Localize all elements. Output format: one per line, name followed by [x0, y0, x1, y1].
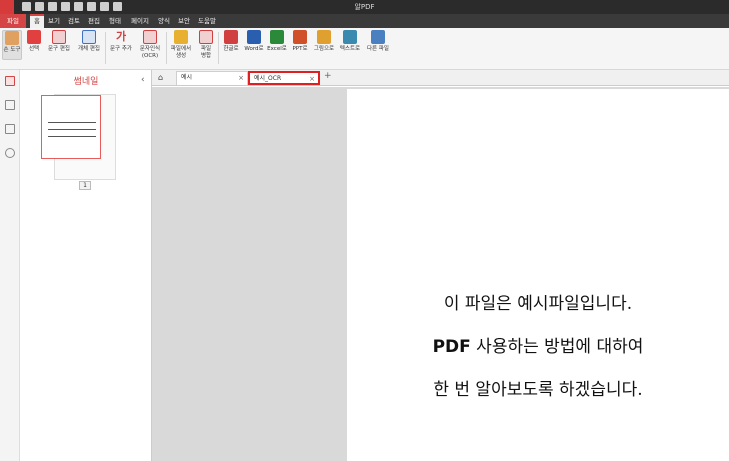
- convert-other-button[interactable]: 다른 파일: [364, 30, 392, 53]
- add-text-icon: 가: [115, 30, 127, 43]
- menu-page[interactable]: 페이지: [128, 14, 152, 28]
- ocr-icon: [143, 30, 157, 44]
- tab-example[interactable]: 예시 ×: [176, 71, 248, 85]
- text-icon: [343, 30, 357, 44]
- merge-file-button[interactable]: 파일 병합: [196, 30, 216, 60]
- thumbnail-panel-title: 썸네일: [73, 77, 99, 87]
- hand-icon: [5, 31, 19, 45]
- menu-bar: 파일 홈 보기 검토 편집 형태 페이지 양식 보안 도움말: [0, 14, 729, 28]
- document-tab-bar: ⌂ 예시 × 예시_OCR × +: [152, 70, 729, 86]
- other-file-icon: [371, 30, 385, 44]
- left-nav-rail: [0, 70, 20, 461]
- menu-format[interactable]: 형태: [106, 14, 124, 28]
- convert-word-button[interactable]: Word로: [243, 30, 265, 53]
- menu-file[interactable]: 파일: [0, 14, 26, 28]
- document-line-3: 한 번 알아보도록 하겠습니다.: [433, 380, 643, 400]
- document-line-1: 이 파일은 예시파일입니다.: [443, 294, 633, 314]
- menu-view[interactable]: 보기: [46, 14, 62, 28]
- select-button[interactable]: 선택: [25, 30, 43, 53]
- edit-object-icon: [82, 30, 96, 44]
- convert-text-button[interactable]: 텍스트로: [338, 30, 362, 53]
- add-tab-button[interactable]: +: [324, 71, 332, 81]
- close-tab-icon[interactable]: ×: [309, 73, 315, 85]
- merge-icon: [199, 30, 213, 44]
- collapse-panel-icon[interactable]: ‹: [141, 75, 145, 85]
- convert-hwp-button[interactable]: 한글로: [220, 30, 242, 53]
- close-tab-icon[interactable]: ×: [238, 72, 244, 84]
- hand-tool-button[interactable]: 손 도구: [2, 30, 22, 60]
- comment-panel-icon[interactable]: [5, 124, 15, 134]
- tab-example-ocr[interactable]: 예시_OCR ×: [248, 71, 320, 85]
- ribbon-toolbar: 손 도구 선택 문구 편집 개체 편집 가 문구 추가 문자인식 (OCR) 파…: [0, 28, 729, 70]
- word-icon: [247, 30, 261, 44]
- ocr-button[interactable]: 문자인식 (OCR): [136, 30, 164, 60]
- menu-security[interactable]: 보안: [176, 14, 192, 28]
- menu-edit[interactable]: 편집: [86, 14, 102, 28]
- edit-object-button[interactable]: 개체 편집: [75, 30, 103, 53]
- create-from-file-button[interactable]: 파일에서 생성: [168, 30, 194, 60]
- convert-excel-button[interactable]: Excel로: [266, 30, 288, 53]
- document-viewer[interactable]: 이 파일은 예시파일입니다. PDF 사용하는 방법에 대하여 한 번 알아보도…: [152, 87, 729, 461]
- thumbnail-panel-icon[interactable]: [5, 76, 15, 86]
- thumbnail-panel: 썸네일 ‹ 1: [20, 70, 152, 461]
- page-number-label: 1: [79, 181, 91, 190]
- ppt-icon: [293, 30, 307, 44]
- image-icon: [317, 30, 331, 44]
- add-text-button[interactable]: 가 문구 추가: [107, 30, 135, 53]
- bookmark-panel-icon[interactable]: [5, 100, 15, 110]
- menu-review[interactable]: 검토: [66, 14, 82, 28]
- document-line-2: PDF 사용하는 방법에 대하여: [432, 337, 644, 357]
- window-title: 알PDF: [354, 3, 375, 11]
- convert-image-button[interactable]: 그림으로: [312, 30, 336, 53]
- select-icon: [27, 30, 41, 44]
- edit-text-button[interactable]: 문구 편집: [45, 30, 73, 53]
- menu-help[interactable]: 도움말: [196, 14, 218, 28]
- search-panel-icon[interactable]: [5, 148, 15, 158]
- page-thumbnail[interactable]: [41, 95, 101, 159]
- folder-icon: [174, 30, 188, 44]
- convert-ppt-button[interactable]: PPT로: [289, 30, 311, 53]
- menu-form[interactable]: 양식: [156, 14, 172, 28]
- pdf-page[interactable]: 이 파일은 예시파일입니다. PDF 사용하는 방법에 대하여 한 번 알아보도…: [347, 89, 729, 461]
- edit-text-icon: [52, 30, 66, 44]
- excel-icon: [270, 30, 284, 44]
- home-icon[interactable]: ⌂: [158, 73, 163, 82]
- title-bar: 알PDF: [0, 0, 729, 14]
- hwp-icon: [224, 30, 238, 44]
- menu-home[interactable]: 홈: [30, 14, 44, 28]
